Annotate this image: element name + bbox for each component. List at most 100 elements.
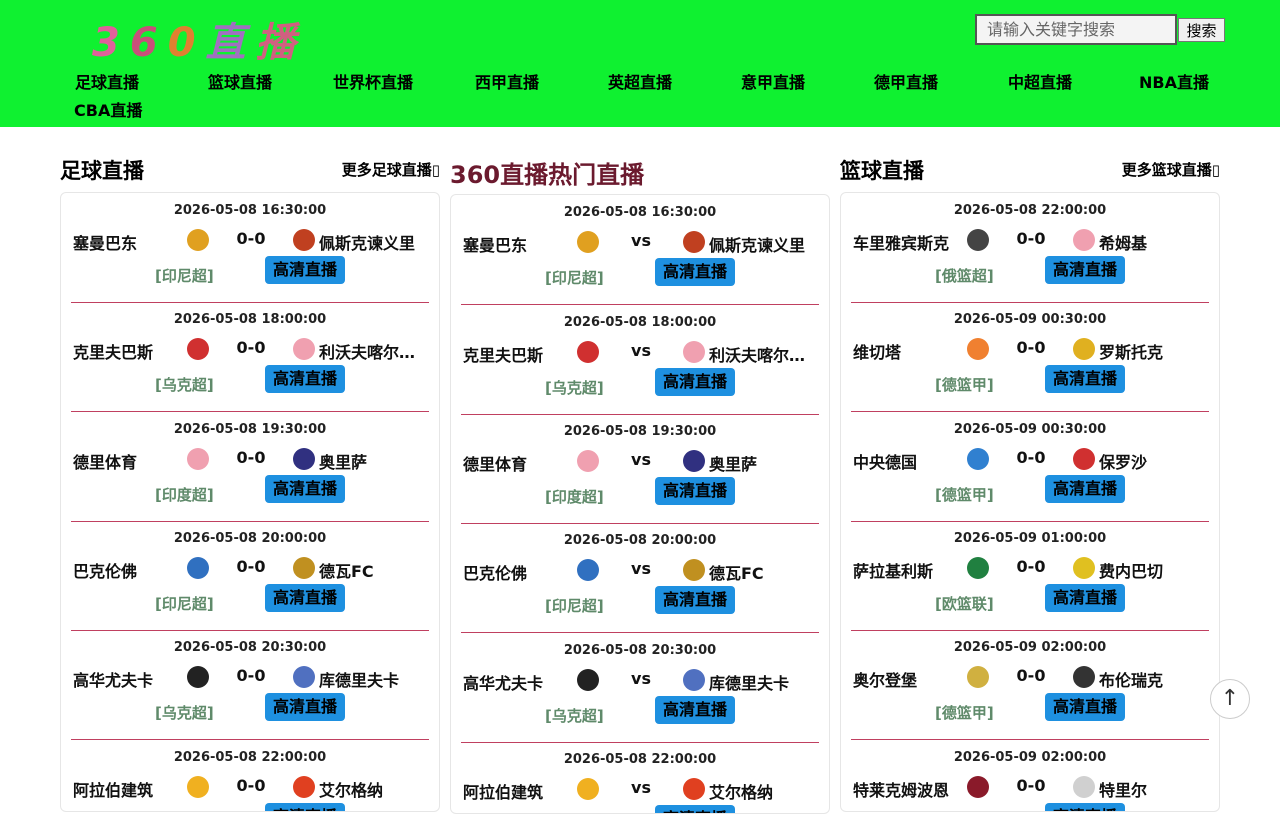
hd-live-button[interactable]: 高清直播 — [1045, 365, 1125, 393]
away-team[interactable]: 库德里夫卡 — [709, 670, 819, 694]
league-tag[interactable]: [印尼超] — [155, 265, 214, 286]
league-tag[interactable]: [德篮甲] — [935, 484, 994, 505]
match-score: vs — [631, 559, 651, 578]
league-tag[interactable]: [乌克超] — [155, 702, 214, 723]
home-team[interactable]: 高华尤夫卡 — [73, 667, 181, 691]
home-team[interactable]: 奥尔登堡 — [853, 667, 961, 691]
away-team[interactable]: 利沃夫喀尔巴阡 — [709, 342, 819, 366]
more-football-link[interactable]: 更多足球直播▯ — [342, 159, 440, 180]
nav-link-csl[interactable]: 中超直播 — [1008, 69, 1072, 93]
away-team[interactable]: 佩斯克谏义里 — [709, 232, 819, 256]
league-tag[interactable]: [印尼超] — [545, 595, 604, 616]
home-team[interactable]: 中央德国 — [853, 449, 961, 473]
home-team[interactable]: 萨拉基利斯 — [853, 558, 961, 582]
league-tag[interactable]: [乌克超] — [545, 705, 604, 726]
home-team[interactable]: 高华尤夫卡 — [463, 670, 571, 694]
home-team[interactable]: 德里体育 — [73, 449, 181, 473]
match-time: 2026-05-08 22:00:00 — [173, 750, 327, 765]
away-team[interactable]: 德瓦FC — [319, 558, 429, 582]
hd-live-button[interactable]: 高清直播 — [265, 584, 345, 612]
hd-live-button[interactable]: 高清直播 — [1045, 693, 1125, 721]
league-tag[interactable]: [德篮甲] — [935, 374, 994, 395]
league-tag[interactable]: [印度超] — [155, 484, 214, 505]
nav-link-nba[interactable]: NBA直播 — [1139, 69, 1209, 93]
league-tag[interactable]: [印度超] — [545, 486, 604, 507]
league-tag[interactable]: [乌克超] — [545, 377, 604, 398]
league-tag[interactable]: [欧篮联] — [935, 593, 994, 614]
nav-link-bundesliga[interactable]: 德甲直播 — [874, 69, 938, 93]
hd-live-button[interactable]: 高清直播 — [655, 586, 735, 614]
hd-live-button[interactable]: 高清直播 — [655, 368, 735, 396]
away-team[interactable]: 库德里夫卡 — [319, 667, 429, 691]
hd-live-button[interactable]: 高清直播 — [1045, 256, 1125, 284]
hd-live-button[interactable]: 高清直播 — [1045, 475, 1125, 503]
away-team[interactable]: 奥里萨 — [319, 449, 429, 473]
nav-link-football[interactable]: 足球直播 — [75, 69, 139, 93]
nav-link-premier-league[interactable]: 英超直播 — [608, 69, 672, 93]
away-team[interactable]: 利沃夫喀尔巴阡 — [319, 339, 429, 363]
match-row: 2026-05-08 16:30:00 塞曼巴东 0-0 佩斯克谏义里 [印尼超] 高清直… — [71, 193, 429, 303]
league-tag[interactable]: [俄篮超] — [935, 265, 994, 286]
home-team[interactable]: 阿拉伯建筑 — [463, 779, 571, 803]
logo-char: 播 — [255, 20, 306, 66]
match-time: 2026-05-09 02:00:00 — [953, 750, 1107, 765]
away-team[interactable]: 保罗沙 — [1099, 449, 1209, 473]
arrow-up-icon: ↑ — [1220, 686, 1240, 711]
home-team[interactable]: 克里夫巴斯 — [463, 342, 571, 366]
away-team[interactable]: 艾尔格纳 — [709, 779, 819, 803]
away-team[interactable]: 希姆基 — [1099, 230, 1209, 254]
home-team[interactable]: 塞曼巴东 — [463, 232, 571, 256]
home-team[interactable]: 克里夫巴斯 — [73, 339, 181, 363]
hd-live-button[interactable]: 高清直播 — [1045, 803, 1125, 811]
home-team-logo-icon — [577, 778, 599, 800]
home-team[interactable]: 塞曼巴东 — [73, 230, 181, 254]
away-team[interactable]: 佩斯克谏义里 — [319, 230, 429, 254]
away-team[interactable]: 艾尔格纳 — [319, 777, 429, 801]
home-team[interactable]: 阿拉伯建筑 — [73, 777, 181, 801]
away-team[interactable]: 奥里萨 — [709, 451, 819, 475]
away-team[interactable]: 特里尔 — [1099, 777, 1209, 801]
away-team[interactable]: 费内巴切 — [1099, 558, 1209, 582]
match-time: 2026-05-08 16:30:00 — [173, 203, 327, 218]
search-button[interactable]: 搜索 — [1178, 18, 1225, 42]
nav-link-cba[interactable]: CBA直播 — [74, 97, 142, 121]
hd-live-button[interactable]: 高清直播 — [655, 696, 735, 724]
league-tag[interactable]: [乌克超] — [155, 374, 214, 395]
away-team[interactable]: 布伦瑞克 — [1099, 667, 1209, 691]
back-to-top-button[interactable]: ↑ — [1210, 679, 1250, 719]
nav-link-laliga[interactable]: 西甲直播 — [475, 69, 539, 93]
hd-live-button[interactable]: 高清直播 — [265, 365, 345, 393]
hd-live-button[interactable]: 高清直播 — [265, 475, 345, 503]
home-team[interactable]: 巴克伦佛 — [73, 558, 181, 582]
hd-live-button[interactable]: 高清直播 — [655, 805, 735, 813]
home-team-logo-icon — [187, 776, 209, 798]
match-score: 0-0 — [236, 229, 266, 248]
hd-live-button[interactable]: 高清直播 — [655, 258, 735, 286]
hd-live-button[interactable]: 高清直播 — [265, 803, 345, 811]
match-time: 2026-05-08 16:30:00 — [563, 205, 717, 220]
home-team[interactable]: 巴克伦佛 — [463, 560, 571, 584]
search-input[interactable] — [975, 14, 1177, 45]
home-team[interactable]: 特莱克姆波恩 — [853, 777, 961, 801]
hd-live-button[interactable]: 高清直播 — [265, 693, 345, 721]
match-time: 2026-05-09 02:00:00 — [953, 640, 1107, 655]
away-team[interactable]: 罗斯托克 — [1099, 339, 1209, 363]
league-tag[interactable]: [印尼超] — [545, 267, 604, 288]
hd-live-button[interactable]: 高清直播 — [265, 256, 345, 284]
nav-link-worldcup[interactable]: 世界杯直播 — [333, 69, 413, 93]
league-tag[interactable]: [印尼超] — [155, 593, 214, 614]
nav-link-basketball[interactable]: 篮球直播 — [208, 69, 272, 93]
more-basketball-link[interactable]: 更多篮球直播▯ — [1122, 159, 1220, 180]
league-tag[interactable]: [德篮甲] — [935, 702, 994, 723]
home-team[interactable]: 德里体育 — [463, 451, 571, 475]
nav-link-serie-a[interactable]: 意甲直播 — [741, 69, 805, 93]
site-logo[interactable]: 360直播 — [92, 10, 306, 68]
home-team[interactable]: 车里雅宾斯克 — [853, 230, 961, 254]
home-team-logo-icon — [187, 448, 209, 470]
home-team[interactable]: 维切塔 — [853, 339, 961, 363]
match-time: 2026-05-08 20:30:00 — [563, 643, 717, 658]
hd-live-button[interactable]: 高清直播 — [1045, 584, 1125, 612]
hd-live-button[interactable]: 高清直播 — [655, 477, 735, 505]
home-team-logo-icon — [577, 231, 599, 253]
away-team[interactable]: 德瓦FC — [709, 560, 819, 584]
